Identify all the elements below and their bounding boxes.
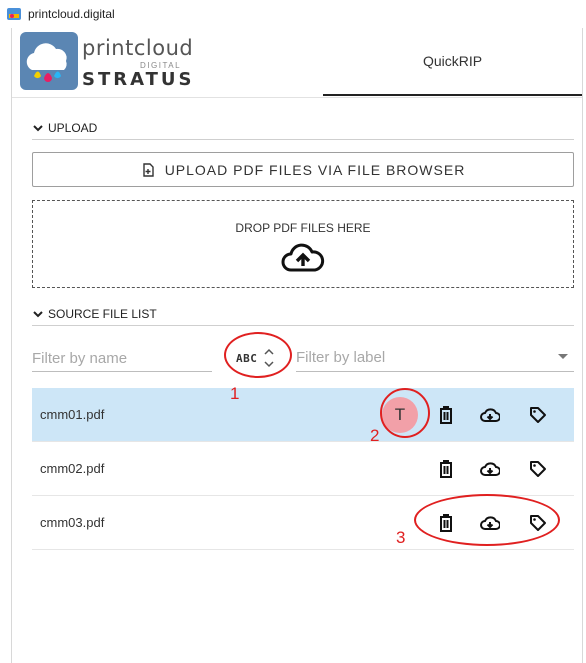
tag-icon <box>530 461 546 477</box>
sort-arrows-icon <box>264 348 274 368</box>
app-header: printcloud DIGITAL STRATUS QuickRIP <box>12 28 582 98</box>
label-button[interactable] <box>524 455 552 483</box>
source-file-list-header[interactable]: SOURCE FILE LIST <box>32 302 574 326</box>
source-section-title: SOURCE FILE LIST <box>48 306 157 321</box>
cloud-download-icon <box>480 408 500 422</box>
file-name: cmm02.pdf <box>40 461 105 476</box>
upload-button-label: UPLOAD PDF FILES VIA FILE BROWSER <box>164 161 466 178</box>
cloud-download-icon <box>480 462 500 476</box>
file-name: cmm03.pdf <box>40 515 105 530</box>
cloud-upload-icon <box>281 243 325 272</box>
cloud-download-icon <box>480 516 500 530</box>
file-row[interactable]: cmm03.pdf <box>32 496 574 550</box>
sort-abc-toggle[interactable]: ABC <box>236 344 296 372</box>
window-titlebar: printcloud.digital <box>0 0 586 28</box>
tag-icon <box>530 407 546 423</box>
annotation-number-1: 1 <box>230 384 240 403</box>
app-window-icon <box>7 8 21 20</box>
chevron-down-icon <box>33 124 43 131</box>
file-name: cmm01.pdf <box>40 407 105 422</box>
chevron-down-icon <box>33 310 43 317</box>
trash-icon <box>440 460 452 478</box>
window-title: printcloud.digital <box>28 7 115 21</box>
pdf-drop-zone[interactable]: DROP PDF FILES HERE <box>32 200 574 288</box>
delete-button[interactable] <box>432 509 460 537</box>
drop-zone-label: DROP PDF FILES HERE <box>235 221 371 235</box>
trash-icon <box>440 406 452 424</box>
upload-section-title: UPLOAD <box>48 120 98 135</box>
label-button[interactable] <box>524 401 552 429</box>
logo-cloud-icon <box>20 32 78 90</box>
annotation-number-2: 2 <box>370 426 380 445</box>
tag-icon <box>530 515 546 531</box>
logo-brand-main: printcloud <box>82 36 194 60</box>
filter-label-placeholder: Filter by label <box>296 349 386 366</box>
trash-icon <box>440 514 452 532</box>
label-button[interactable] <box>524 509 552 537</box>
delete-button[interactable] <box>432 401 460 429</box>
template-badge-button[interactable]: T <box>382 397 418 433</box>
filter-by-name-input[interactable] <box>32 340 212 372</box>
annotation-number-3: 3 <box>396 528 406 547</box>
dropdown-caret-icon <box>558 354 568 359</box>
download-button[interactable] <box>476 509 504 537</box>
download-button[interactable] <box>476 401 504 429</box>
tab-quickrip[interactable]: QuickRIP <box>323 28 582 96</box>
file-add-icon <box>142 162 154 177</box>
logo-brand-product: STRATUS <box>82 69 195 90</box>
filter-by-label-select[interactable]: Filter by label <box>296 340 574 372</box>
source-file-list: cmm01.pdf T cmm02.pdf cmm03.pdf <box>32 388 574 550</box>
file-row[interactable]: cmm01.pdf T <box>32 388 574 442</box>
download-button[interactable] <box>476 455 504 483</box>
upload-pdf-button[interactable]: UPLOAD PDF FILES VIA FILE BROWSER <box>32 152 574 187</box>
delete-button[interactable] <box>432 455 460 483</box>
upload-section-header[interactable]: UPLOAD <box>32 116 574 140</box>
printcloud-logo: printcloud DIGITAL STRATUS <box>20 32 196 92</box>
filter-row: ABC Filter by label <box>32 340 574 374</box>
sort-abc-label: ABC <box>236 351 258 365</box>
app-frame: printcloud DIGITAL STRATUS QuickRIP UPLO… <box>11 28 583 663</box>
file-row[interactable]: cmm02.pdf <box>32 442 574 496</box>
